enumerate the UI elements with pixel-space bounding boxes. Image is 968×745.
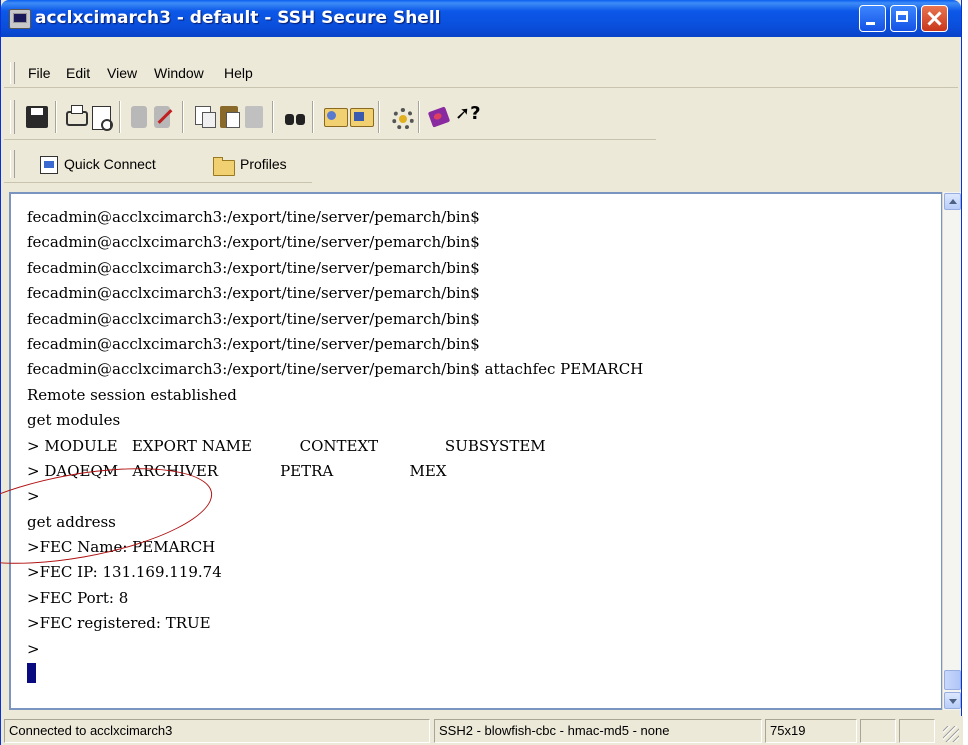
menu-file[interactable]: File — [28, 65, 51, 81]
folder-icon[interactable] — [213, 157, 235, 176]
toolbar-separator — [418, 101, 420, 133]
status-connection: Connected to acclxcimarch3 — [4, 719, 430, 743]
status-cipher: SSH2 - blowfish-cbc - hmac-md5 - none — [434, 719, 762, 743]
terminal-line: fecadmin@acclxcimarch3:/export/tine/serv… — [27, 208, 480, 226]
menu-view[interactable]: View — [107, 65, 137, 81]
disconnect-disabled-icon[interactable] — [154, 106, 170, 128]
quickbar-grip[interactable] — [10, 150, 15, 178]
print-icon[interactable] — [66, 105, 88, 126]
menu-window[interactable]: Window — [154, 65, 204, 81]
help-book-icon[interactable] — [427, 106, 451, 128]
settings-icon[interactable] — [392, 108, 414, 130]
terminal-line: get modules — [27, 411, 121, 430]
app-icon[interactable] — [9, 9, 31, 29]
vertical-scrollbar[interactable] — [942, 192, 961, 710]
paste-icon[interactable] — [220, 106, 240, 128]
terminal-line: fecadmin@acclxcimarch3:/export/tine/serv… — [27, 334, 480, 353]
scroll-up-button[interactable] — [944, 193, 961, 210]
terminal-line: >FEC Port: 8 — [27, 588, 129, 607]
terminal-cursor — [27, 663, 36, 684]
status-transfer-icon — [899, 719, 935, 743]
scrollbar-thumb[interactable] — [944, 670, 961, 690]
title-bar[interactable]: acclxcimarch3 - default - SSH Secure She… — [1, 0, 961, 37]
paste-special-icon[interactable] — [245, 106, 263, 128]
terminal-line: > MODULE EXPORT NAME CONTEXT SUBSYSTEM — [27, 436, 546, 455]
terminal-line: Remote session established — [27, 385, 237, 404]
new-window-icon[interactable] — [350, 108, 374, 127]
terminal-line: >FEC Name: PEMARCH — [27, 538, 216, 557]
minimize-button[interactable] — [859, 5, 886, 32]
menu-bar: File Edit View Window Help — [4, 59, 958, 88]
profiles-button[interactable]: Profiles — [240, 156, 287, 172]
toolbar-separator — [55, 101, 57, 133]
toolbar-separator — [312, 101, 314, 133]
find-icon[interactable] — [284, 106, 306, 128]
terminal-line: >FEC registered: TRUE — [27, 614, 211, 633]
terminal-output: fecadmin@acclxcimarch3:/export/tine/serv… — [27, 205, 643, 687]
save-icon[interactable] — [26, 106, 48, 128]
file-transfer-icon[interactable] — [324, 108, 348, 127]
status-bar: Connected to acclxcimarch3 SSH2 - blowfi… — [1, 716, 963, 745]
terminal-line: > — [27, 639, 40, 658]
menu-help[interactable]: Help — [224, 65, 253, 81]
terminal-cursor-line — [27, 662, 643, 687]
menu-edit[interactable]: Edit — [66, 65, 90, 81]
toolbar-separator — [272, 101, 274, 133]
quick-connect-icon[interactable] — [40, 156, 58, 174]
copy-icon[interactable] — [195, 106, 216, 128]
terminal-line: fecadmin@acclxcimarch3:/export/tine/serv… — [27, 258, 480, 277]
context-help-icon[interactable]: ➚? — [455, 103, 481, 125]
close-button[interactable] — [921, 5, 948, 32]
status-terminal-size: 75x19 — [765, 719, 857, 743]
status-empty-pane — [860, 719, 896, 743]
print-preview-icon[interactable] — [92, 106, 113, 131]
quick-connect-button[interactable]: Quick Connect — [64, 156, 156, 172]
terminal-line: > DAQEQM ARCHIVER PETRA MEX — [27, 461, 447, 480]
terminal-line: fecadmin@acclxcimarch3:/export/tine/serv… — [27, 360, 644, 379]
maximize-button[interactable] — [890, 5, 917, 32]
toolbar: ➚? — [4, 95, 656, 140]
disconnect-icon[interactable] — [131, 106, 147, 128]
scroll-down-button[interactable] — [944, 692, 961, 709]
quick-connect-bar: Quick Connect Profiles — [4, 146, 312, 183]
toolbar-separator — [182, 101, 184, 133]
resize-grip[interactable] — [943, 726, 959, 742]
terminal-line: > — [27, 487, 40, 506]
terminal-line: fecadmin@acclxcimarch3:/export/tine/serv… — [27, 233, 480, 252]
terminal-line: fecadmin@acclxcimarch3:/export/tine/serv… — [27, 309, 480, 328]
terminal-line: >FEC IP: 131.169.119.74 — [27, 563, 222, 582]
toolbar-grip[interactable] — [10, 100, 15, 134]
menu-grip[interactable] — [10, 62, 15, 84]
ssh-client-window: acclxcimarch3 - default - SSH Secure She… — [0, 0, 963, 745]
terminal-line: get address — [27, 512, 116, 531]
window-title: acclxcimarch3 - default - SSH Secure She… — [35, 8, 441, 28]
terminal-pane[interactable]: fecadmin@acclxcimarch3:/export/tine/serv… — [9, 192, 943, 710]
toolbar-separator — [119, 101, 121, 133]
terminal-line: fecadmin@acclxcimarch3:/export/tine/serv… — [27, 284, 480, 303]
toolbar-separator — [378, 101, 380, 133]
